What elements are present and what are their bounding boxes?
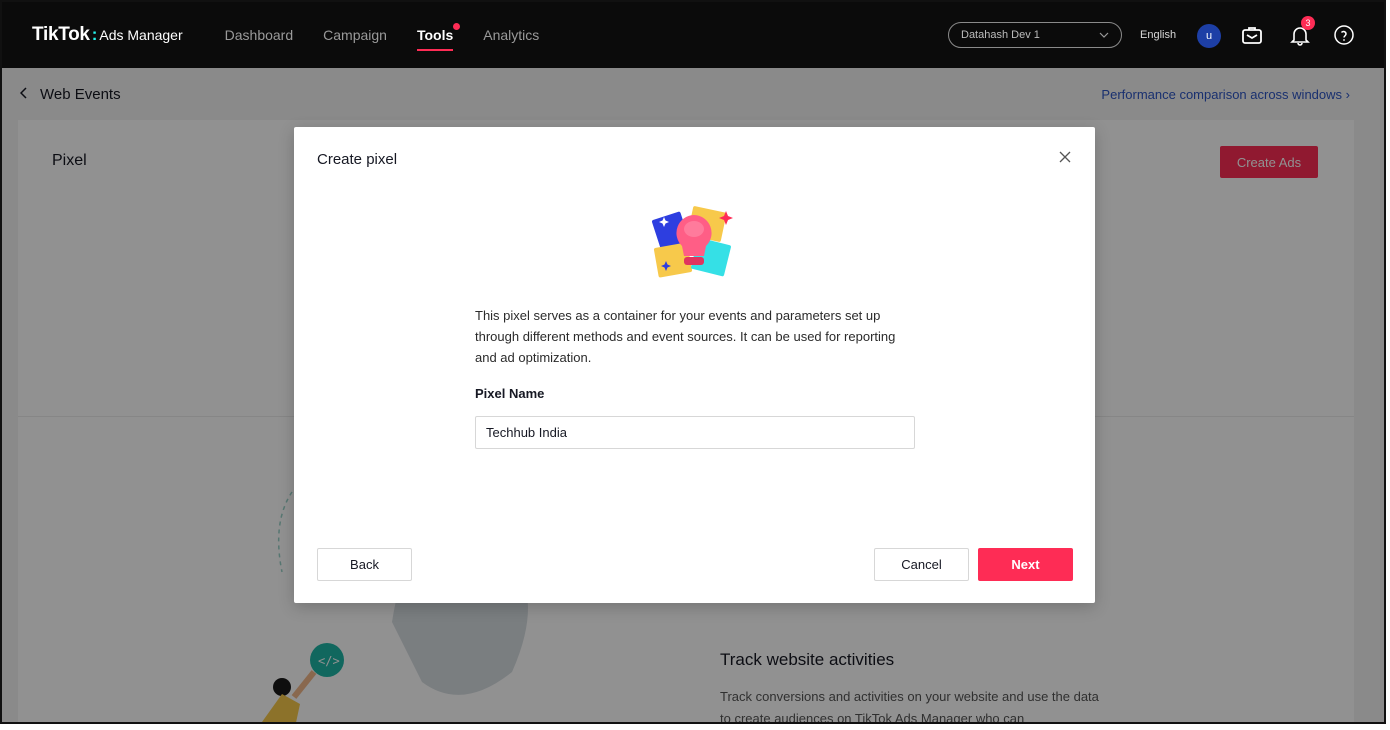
pixel-name-label: Pixel Name [475, 386, 545, 401]
create-pixel-dialog: Create pixel This pixel serves as a cont… [294, 127, 1095, 603]
nav-dashboard[interactable]: Dashboard [225, 23, 294, 47]
briefcase-icon[interactable] [1239, 22, 1265, 48]
back-button[interactable]: Back [317, 548, 412, 581]
app-frame: TikTok : Ads Manager Dashboard Campaign … [0, 0, 1386, 724]
nav-tools-dot [453, 23, 461, 30]
cancel-button[interactable]: Cancel [874, 548, 969, 581]
logo-product: Ads Manager [99, 27, 183, 43]
top-nav: TikTok : Ads Manager Dashboard Campaign … [2, 2, 1384, 68]
notification-badge: 3 [1301, 16, 1315, 30]
notification-bell-icon[interactable]: 3 [1287, 16, 1315, 48]
logo-separator: : [91, 25, 98, 44]
account-select-value: Datahash Dev 1 [961, 29, 1040, 41]
language-selector[interactable]: English [1140, 29, 1176, 41]
chevron-down-icon [1099, 30, 1109, 41]
nav-campaign[interactable]: Campaign [323, 23, 387, 47]
dialog-description: This pixel serves as a container for you… [475, 308, 896, 365]
nav-tools[interactable]: Tools [416, 23, 461, 51]
help-icon[interactable] [1331, 22, 1357, 48]
avatar[interactable]: u [1197, 24, 1221, 48]
lightbulb-illustration [652, 206, 733, 278]
pixel-name-input[interactable] [475, 416, 915, 449]
dialog-title: Create pixel [317, 151, 398, 168]
nav-analytics[interactable]: Analytics [483, 23, 539, 47]
logo-brand: TikTok [32, 24, 90, 45]
main-nav: Dashboard Campaign Tools Analytics [225, 23, 539, 51]
nav-tools-label: Tools [416, 27, 454, 43]
account-select[interactable]: Datahash Dev 1 [948, 22, 1122, 48]
next-button[interactable]: Next [978, 548, 1073, 581]
logo[interactable]: TikTok : Ads Manager [32, 24, 183, 46]
close-icon[interactable] [1057, 149, 1073, 165]
